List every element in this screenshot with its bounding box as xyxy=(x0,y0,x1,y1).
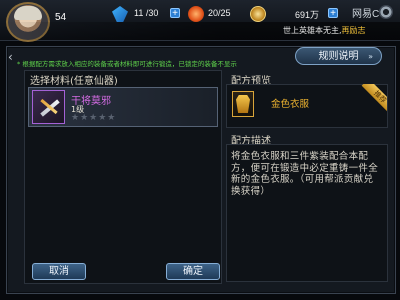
announcement-marquee: 世上英雄本无主,再励志 xyxy=(0,22,400,40)
material-stars: ★★★★★ xyxy=(71,113,117,123)
materials-title: 选择材料(任意仙器) xyxy=(30,76,118,87)
avatar-hair xyxy=(14,6,42,20)
settings-icon[interactable] xyxy=(379,5,393,19)
recommend-ribbon: 推荐 xyxy=(359,84,387,112)
top-status-bar: 54 11 /30 + 20/25 691万 + 网易CC 世上英雄本无主,再励… xyxy=(0,0,400,42)
forge-tip: * 根据配方需求放入相应的装备或者材料即可进行锻造，已锁定的装备不显示 xyxy=(17,60,237,68)
gold-value: 691万 xyxy=(295,10,320,20)
ribbon-label: 推荐 xyxy=(361,84,387,112)
cancel-button[interactable]: 取消 xyxy=(32,263,86,280)
add-gold-button[interactable]: + xyxy=(328,8,338,19)
sword-icon xyxy=(32,90,65,124)
marquee-text: 世上英雄本无主,再励志 xyxy=(283,26,366,35)
rules-button[interactable]: 规则说明 » xyxy=(295,47,382,65)
energy-value: 20/25 xyxy=(208,8,231,18)
stamina-icon xyxy=(112,6,128,22)
energy-icon xyxy=(188,6,204,22)
material-slot[interactable]: 干将莫邪 1级 ★★★★★ xyxy=(28,87,218,127)
confirm-button[interactable]: 确定 xyxy=(166,263,220,280)
description-text: 将金色衣服和三件紫装配合本配方，便可在锻造中必定重铸一件全新的金色衣服。（可用帮… xyxy=(231,151,379,197)
coin-icon xyxy=(250,6,266,22)
armor-icon[interactable] xyxy=(232,91,254,117)
preview-item-name: 金色衣服 xyxy=(271,99,310,110)
add-stamina-button[interactable]: + xyxy=(170,8,180,19)
chevron-right-icon: » xyxy=(368,52,373,61)
stamina-value: 11 /30 xyxy=(134,8,159,18)
rules-button-label: 规则说明 xyxy=(318,51,359,62)
